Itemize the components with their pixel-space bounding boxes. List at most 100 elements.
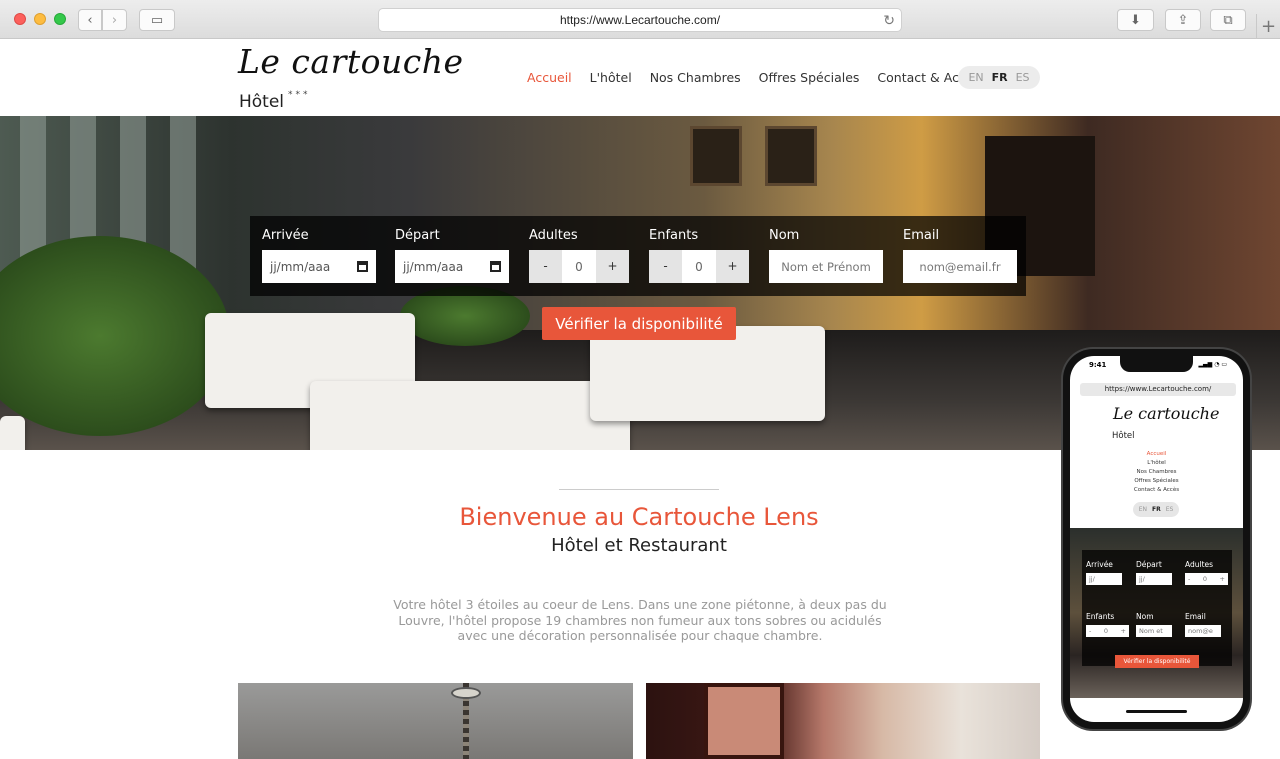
phone-status-icons: ▂▄▆ ◔ ▭: [1198, 361, 1227, 368]
email-input[interactable]: nom@email.fr: [903, 250, 1017, 283]
phone-menu-offres[interactable]: Offres Spéciales: [1070, 477, 1243, 486]
phone-enfants-minus[interactable]: -: [1089, 627, 1091, 635]
close-window-button[interactable]: [14, 13, 26, 25]
armchair: [0, 416, 25, 450]
url-text: https://www.Lecartouche.com/: [559, 13, 721, 27]
enfants-increment-button[interactable]: +: [716, 250, 749, 283]
depart-date-input[interactable]: jj/mm/aaa: [395, 250, 509, 283]
phone-screen: 9:41 ▂▄▆ ◔ ▭ https://www.Lecartouche.com…: [1070, 356, 1243, 722]
depart-placeholder: jj/mm/aaa: [403, 259, 464, 274]
share-icon[interactable]: ⇪: [1165, 9, 1201, 31]
back-icon[interactable]: ‹: [78, 9, 102, 31]
booking-form: Arrivée jj/mm/aaa Départ jj/mm/aaa Adult…: [250, 216, 1026, 296]
phone-enfants-label: Enfants: [1086, 612, 1115, 621]
site-header: Le cartouche Hôtel *** Accueil L'hôtel N…: [0, 40, 1280, 116]
phone-menu-chambres[interactable]: Nos Chambres: [1070, 468, 1243, 477]
welcome-text: Votre hôtel 3 étoiles au coeur de Lens. …: [393, 597, 887, 643]
phone-adultes-label: Adultes: [1185, 560, 1214, 569]
main-menu: Accueil L'hôtel Nos Chambres Offres Spéc…: [527, 70, 980, 85]
phone-enfants-value: 0: [1103, 627, 1109, 635]
zoom-window-button[interactable]: [54, 13, 66, 25]
forward-icon[interactable]: ›: [102, 9, 127, 31]
enfants-value[interactable]: 0: [682, 260, 716, 274]
phone-enfants-plus[interactable]: +: [1121, 627, 1126, 635]
adultes-value[interactable]: 0: [562, 260, 596, 274]
minimize-window-button[interactable]: [34, 13, 46, 25]
phone-check-availability-button[interactable]: Vérifier la disponibilité: [1115, 655, 1199, 668]
enfants-label: Enfants: [649, 228, 699, 243]
arrivee-label: Arrivée: [262, 228, 309, 243]
site-logo[interactable]: Le cartouche: [238, 42, 464, 81]
logo-subtitle: Hôtel: [239, 92, 285, 112]
phone-language-switcher: EN FR ES: [1133, 502, 1179, 517]
phone-booking-form: Arrivée Départ Adultes jj/ jj/ - 0 + Enf…: [1082, 550, 1232, 666]
wall-frame: [690, 126, 742, 186]
armchair: [590, 326, 825, 421]
email-field: Email nom@email.fr: [903, 228, 1017, 283]
enfants-field: Enfants - 0 +: [649, 228, 749, 283]
tabs-icon[interactable]: ⧉: [1210, 9, 1246, 31]
phone-email-input[interactable]: nom@e: [1185, 625, 1221, 637]
nom-input[interactable]: Nom et Prénom: [769, 250, 883, 283]
phone-adultes-stepper[interactable]: - 0 +: [1185, 573, 1228, 585]
check-availability-button[interactable]: Vérifier la disponibilité: [542, 307, 736, 340]
menu-item-accueil[interactable]: Accueil: [527, 70, 572, 85]
phone-lang-es[interactable]: ES: [1166, 506, 1174, 513]
email-label: Email: [903, 228, 940, 243]
sidebar-icon[interactable]: ▭: [139, 9, 175, 31]
reload-icon[interactable]: ↻: [883, 12, 895, 29]
phone-url-bar[interactable]: https://www.Lecartouche.com/: [1080, 383, 1236, 396]
lang-es[interactable]: ES: [1016, 71, 1030, 84]
lobby-photo: [238, 683, 633, 759]
arrivee-field: Arrivée jj/mm/aaa: [262, 228, 376, 283]
wall-poster: [704, 683, 784, 759]
phone-lang-fr[interactable]: FR: [1152, 506, 1161, 513]
menu-item-offres[interactable]: Offres Spéciales: [759, 70, 860, 85]
depart-field: Départ jj/mm/aaa: [395, 228, 509, 283]
phone-lang-en[interactable]: EN: [1139, 506, 1147, 513]
phone-hero: Arrivée Départ Adultes jj/ jj/ - 0 + Enf…: [1070, 528, 1243, 698]
enfants-stepper: - 0 +: [649, 250, 749, 283]
lang-en[interactable]: EN: [968, 71, 983, 84]
calendar-icon[interactable]: [357, 261, 368, 272]
lamp-fixture: [451, 687, 481, 699]
phone-menu-contact[interactable]: Contact & Accès: [1070, 486, 1243, 495]
phone-menu: Accueil L'hôtel Nos Chambres Offres Spéc…: [1070, 450, 1243, 495]
enfants-decrement-button[interactable]: -: [649, 250, 682, 283]
arrivee-placeholder: jj/mm/aaa: [270, 259, 331, 274]
phone-adultes-value: 0: [1202, 575, 1208, 583]
phone-logo[interactable]: Le cartouche: [1113, 404, 1219, 423]
phone-adultes-plus[interactable]: +: [1220, 575, 1225, 583]
phone-enfants-stepper[interactable]: - 0 +: [1086, 625, 1129, 637]
adultes-label: Adultes: [529, 228, 578, 243]
new-tab-icon[interactable]: +: [1256, 14, 1280, 39]
phone-adultes-minus[interactable]: -: [1188, 575, 1190, 583]
download-icon[interactable]: ⬇: [1117, 9, 1154, 31]
phone-nom-input[interactable]: Nom et: [1136, 625, 1172, 637]
nom-label: Nom: [769, 228, 800, 243]
phone-mockup: 9:41 ▂▄▆ ◔ ▭ https://www.Lecartouche.com…: [1063, 349, 1250, 729]
language-switcher: EN FR ES: [958, 66, 1040, 89]
phone-email-label: Email: [1185, 612, 1206, 621]
arrivee-date-input[interactable]: jj/mm/aaa: [262, 250, 376, 283]
menu-item-chambres[interactable]: Nos Chambres: [650, 70, 741, 85]
lang-fr[interactable]: FR: [992, 71, 1008, 84]
wall-frame: [765, 126, 817, 186]
phone-menu-accueil[interactable]: Accueil: [1070, 450, 1243, 459]
adultes-field: Adultes - 0 +: [529, 228, 629, 283]
phone-logo-subtitle: Hôtel: [1112, 431, 1135, 441]
phone-menu-hotel[interactable]: L'hôtel: [1070, 459, 1243, 468]
phone-arrivee-input[interactable]: jj/: [1086, 573, 1122, 585]
adultes-increment-button[interactable]: +: [596, 250, 629, 283]
phone-nom-label: Nom: [1136, 612, 1154, 621]
phone-depart-label: Départ: [1136, 560, 1162, 569]
calendar-icon[interactable]: [490, 261, 501, 272]
menu-item-hotel[interactable]: L'hôtel: [590, 70, 632, 85]
phone-depart-input[interactable]: jj/: [1136, 573, 1172, 585]
phone-notch: [1120, 356, 1193, 372]
adultes-decrement-button[interactable]: -: [529, 250, 562, 283]
phone-time: 9:41: [1089, 361, 1107, 369]
phone-home-indicator: [1126, 710, 1187, 713]
adultes-stepper: - 0 +: [529, 250, 629, 283]
address-bar[interactable]: https://www.Lecartouche.com/ ↻: [378, 8, 902, 32]
